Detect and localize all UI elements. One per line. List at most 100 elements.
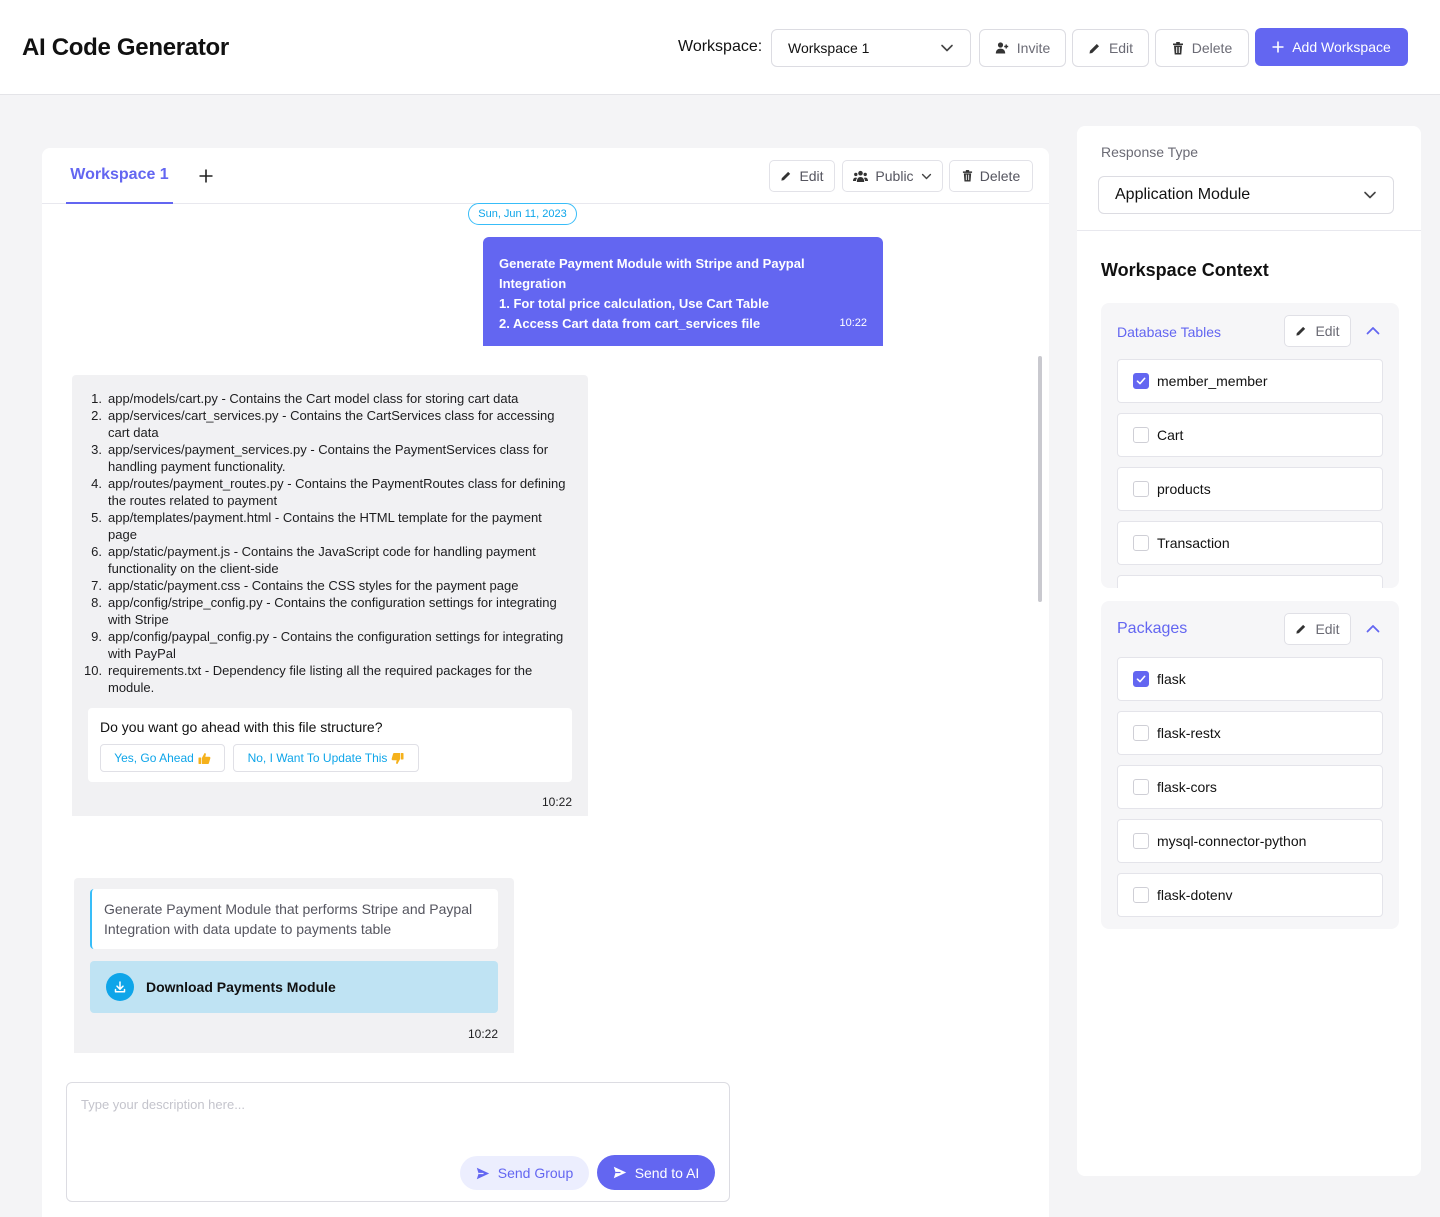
package-item-flask-restx[interactable]: flask-restx [1117,711,1383,755]
user-message-bubble: Generate Payment Module with Stripe and … [483,237,883,346]
package-item-flask-cors[interactable]: flask-cors [1117,765,1383,809]
download-icon [106,973,134,1001]
divider [1077,230,1421,231]
checkbox[interactable] [1133,535,1149,551]
description-input[interactable] [81,1097,711,1147]
list-item: 8. app/config/stripe_config.py - Contains… [91,595,557,627]
top-header: AI Code Generator Workspace: Workspace 1… [0,0,1440,95]
item-label: flask-dotenv [1157,887,1233,903]
edit-label: Edit [1315,621,1340,637]
checkbox[interactable] [1133,779,1149,795]
confirm-box: Do you want go ahead with this file stru… [88,708,572,782]
workspace-select[interactable]: Workspace 1 [771,29,971,67]
workspace-context-title: Workspace Context [1101,260,1269,280]
send-icon [613,1166,627,1179]
download-message-bubble: Generate Payment Module that performs St… [74,878,514,1053]
list-item: 2. app/services/cart_services.py - Contai… [91,408,555,440]
invite-label: Invite [1016,40,1051,56]
yes-go-ahead-button[interactable]: Yes, Go Ahead [100,744,225,772]
send-group-button[interactable]: Send Group [460,1156,589,1190]
plus-icon [1272,41,1284,53]
list-item: 6. app/static/payment.js - Contains the J… [91,544,536,576]
confirm-question: Do you want go ahead with this file stru… [100,719,383,735]
chevron-up-icon[interactable] [1365,323,1381,339]
workspace-select-value: Workspace 1 [788,40,870,56]
add-workspace-label: Add Workspace [1292,39,1391,55]
item-label: mysql-connector-python [1157,833,1307,849]
date-divider: Sun, Jun 11, 2023 [468,203,577,225]
download-module-button[interactable]: Download Payments Module [90,961,498,1013]
no-update-button[interactable]: No, I Want To Update This [233,744,419,772]
chevron-down-icon [1363,188,1377,202]
send-to-ai-button[interactable]: Send to AI [597,1155,715,1190]
chevron-down-icon [940,41,954,55]
message-composer: Send Group Send to AI [66,1082,730,1202]
packages-section: Packages Edit flask flask-restx flask-co… [1101,601,1399,929]
pencil-icon [1295,623,1307,635]
chevron-up-icon[interactable] [1365,621,1381,637]
list-item: 7. app/static/payment.css - Contains the … [91,578,519,593]
edit-tab-button[interactable]: Edit [769,160,835,192]
table-item-transaction[interactable]: Transaction [1117,521,1383,565]
item-label: Cart [1157,427,1184,443]
edit-packages-button[interactable]: Edit [1284,613,1351,645]
send-group-label: Send Group [497,1165,574,1181]
item-label: Transaction [1157,535,1230,551]
edit-label: Edit [799,168,824,184]
message-time: 10:22 [839,317,867,329]
table-item-partial [1117,575,1383,588]
list-item: 1. app/models/cart.py - Contains the Cart… [91,391,519,406]
chevron-down-icon [921,171,932,182]
quoted-prompt: Generate Payment Module that performs St… [90,889,498,949]
tab-workspace-1[interactable]: Workspace 1 [66,148,173,204]
message-time: 10:22 [541,795,572,809]
yes-label: Yes, Go Ahead [114,751,194,765]
user-message-line: 1. For total price calculation, Use Cart… [499,296,769,311]
checkbox[interactable] [1133,725,1149,741]
chat-scrollbar[interactable] [1038,356,1042,602]
user-message-line: Integration [499,276,567,291]
pencil-icon [1088,42,1101,55]
checkbox[interactable] [1133,481,1149,497]
package-item-flask[interactable]: flask [1117,657,1383,701]
no-label: No, I Want To Update This [247,751,388,765]
delete-tab-button[interactable]: Delete [949,160,1033,192]
chat-panel: Workspace 1 Edit Public Delete Sun, Jun … [42,148,1049,1217]
response-type-label: Response Type [1101,144,1199,160]
database-tables-section: Database Tables Edit member_member Cart … [1101,303,1399,588]
plus-icon [199,169,213,183]
item-label: flask-cors [1157,779,1217,795]
pencil-icon [780,170,792,182]
visibility-select[interactable]: Public [842,160,943,192]
invite-button[interactable]: Invite [979,29,1066,67]
response-type-select[interactable]: Application Module [1098,176,1394,214]
checkbox[interactable] [1133,887,1149,903]
table-item-products[interactable]: products [1117,467,1383,511]
checkbox[interactable] [1133,671,1149,687]
package-item-flask-dotenv[interactable]: flask-dotenv [1117,873,1383,917]
add-tab-button[interactable] [195,165,217,187]
checkbox[interactable] [1133,427,1149,443]
delete-label: Delete [1191,40,1233,56]
app-title: AI Code Generator [22,34,229,61]
add-workspace-button[interactable]: Add Workspace [1255,28,1408,66]
edit-database-tables-button[interactable]: Edit [1284,315,1351,347]
pencil-icon [1295,325,1307,337]
delete-workspace-button[interactable]: Delete [1155,29,1249,67]
ai-message-bubble: 1. app/models/cart.py - Contains the Cart… [72,375,588,816]
edit-workspace-button[interactable]: Edit [1072,29,1149,67]
download-label: Download Payments Module [146,979,336,995]
item-label: member_member [1157,373,1268,389]
user-plus-icon [995,41,1009,55]
table-item-cart[interactable]: Cart [1117,413,1383,457]
item-label: products [1157,481,1211,497]
package-item-mysql-connector-python[interactable]: mysql-connector-python [1117,819,1383,863]
visibility-label: Public [875,168,914,184]
list-item: 10. requirements.txt - Dependency file li… [84,663,533,695]
checkbox[interactable] [1133,833,1149,849]
table-item-member-member[interactable]: member_member [1117,359,1383,403]
packages-title: Packages [1117,620,1188,637]
send-ai-label: Send to AI [634,1164,700,1181]
checkbox[interactable] [1133,373,1149,389]
context-sidebar: Response Type Application Module Workspa… [1077,126,1421,1176]
